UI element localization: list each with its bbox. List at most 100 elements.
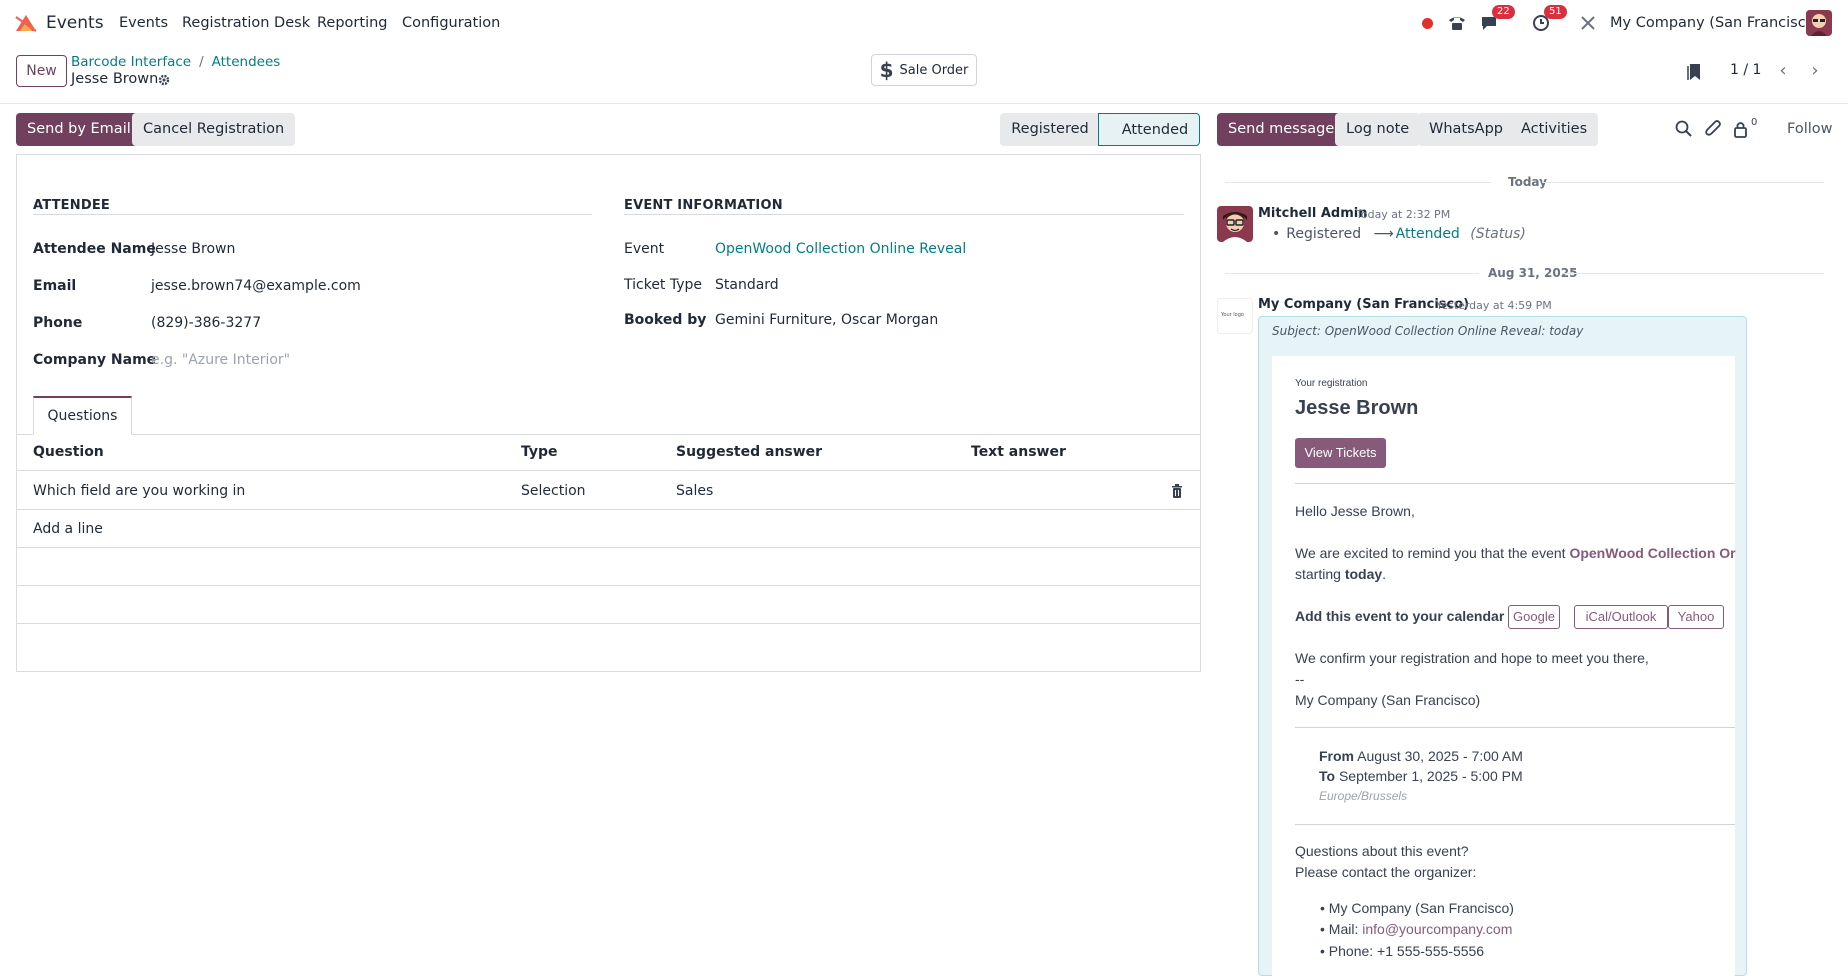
to-value: September 1, 2025 - 5:00 PM	[1338, 768, 1523, 784]
add-line-link[interactable]: Add a line	[33, 521, 103, 537]
attendee-name-field[interactable]: Jesse Brown	[151, 241, 235, 257]
followers-lock-icon[interactable]	[1732, 119, 1752, 139]
reminder-event-name[interactable]: OpenWood Collection Or	[1569, 545, 1735, 561]
contact-mail-item: • Mail: info@yourcompany.com	[1320, 921, 1513, 937]
send-by-email-button[interactable]: Send by Email	[16, 113, 142, 146]
booked-by-label: Booked by	[624, 312, 707, 328]
tracking-field-name: (Status)	[1470, 226, 1526, 242]
event-link[interactable]: OpenWood Collection Online Reveal	[715, 241, 966, 257]
trash-icon[interactable]	[1171, 484, 1183, 498]
tracking-new-value: Attended	[1395, 226, 1460, 242]
event-section-divider	[624, 214, 1184, 215]
email-attendee-name: Jesse Brown	[1295, 397, 1419, 419]
row-type[interactable]: Selection	[521, 483, 586, 499]
stage-attended[interactable]: Attended	[1098, 113, 1200, 146]
user-avatar[interactable]	[1806, 10, 1832, 36]
row-divider	[17, 585, 1200, 586]
questions-text: Questions about this event?	[1295, 843, 1469, 859]
contact-mail-link[interactable]: info@yourcompany.com	[1362, 921, 1512, 937]
company-switcher[interactable]: My Company (San Francisco)	[1610, 15, 1820, 31]
breadcrumb-separator: /	[199, 54, 204, 70]
menu-events[interactable]: Events	[119, 15, 168, 31]
from-label: From	[1319, 748, 1354, 764]
column-type[interactable]: Type	[521, 444, 558, 460]
pager-value[interactable]: 1 / 1	[1730, 62, 1761, 78]
message-author[interactable]: Mitchell Admin	[1258, 206, 1367, 221]
email-field[interactable]: jesse.brown74@example.com	[151, 278, 361, 294]
bookmark-icon[interactable]	[1687, 63, 1701, 81]
activities-clock-icon[interactable]: 51	[1530, 5, 1567, 36]
menu-registration-desk[interactable]: Registration Desk	[182, 15, 310, 31]
row-question[interactable]: Which field are you working in	[33, 483, 245, 499]
dollar-icon: $	[879, 58, 894, 82]
recording-indicator-icon[interactable]	[1418, 10, 1436, 36]
pager-next-icon[interactable]: ›	[1803, 60, 1827, 84]
tracking-old-value: Registered	[1286, 226, 1362, 242]
followers-count: 0	[1751, 117, 1758, 128]
record-title: Jesse Brown	[71, 71, 159, 87]
calendar-ical-outlook-button[interactable]: iCal/Outlook	[1574, 605, 1668, 629]
gear-icon[interactable]	[158, 74, 170, 86]
email-greeting: Hello Jesse Brown,	[1295, 503, 1415, 519]
event-section-title: EVENT INFORMATION	[624, 198, 783, 213]
row-suggested-answer[interactable]: Sales	[676, 483, 713, 499]
search-icon[interactable]	[1674, 119, 1694, 139]
sale-order-smart-button[interactable]: $ Sale Order	[871, 54, 977, 86]
form-sheet	[16, 154, 1201, 672]
column-text-answer[interactable]: Text answer	[971, 444, 1066, 460]
calendar-yahoo-button[interactable]: Yahoo	[1668, 605, 1724, 629]
tools-icon[interactable]	[1578, 10, 1598, 36]
attendee-section-title: ATTENDEE	[33, 198, 110, 213]
calendar-google-button[interactable]: Google	[1508, 605, 1560, 629]
menu-reporting[interactable]: Reporting	[317, 15, 388, 31]
email-divider	[1295, 824, 1735, 825]
email-divider	[1295, 483, 1735, 484]
menu-configuration[interactable]: Configuration	[402, 15, 500, 31]
booked-by-field[interactable]: Gemini Furniture, Oscar Morgan	[715, 312, 938, 328]
phone-icon[interactable]	[1446, 10, 1468, 36]
follow-button[interactable]: Follow	[1787, 121, 1832, 137]
send-message-button[interactable]: Send message	[1217, 113, 1346, 146]
events-app-logo-icon[interactable]	[14, 13, 38, 33]
messages-icon[interactable]: 22	[1478, 5, 1515, 36]
company-name-field[interactable]: e.g. "Azure Interior"	[151, 352, 290, 368]
contact-company: My Company (San Francisco)	[1328, 900, 1514, 916]
pager-previous-icon[interactable]: ‹	[1771, 60, 1795, 84]
phone-field[interactable]: (829)-386-3277	[151, 315, 261, 331]
your-logo-text: Your logo	[1221, 312, 1244, 318]
starting-period: .	[1382, 566, 1387, 582]
contact-company-item: • My Company (San Francisco)	[1320, 900, 1514, 916]
attendee-name-label: Attendee Name	[33, 241, 156, 257]
date-separator-line	[1542, 182, 1824, 183]
cancel-registration-button[interactable]: Cancel Registration	[132, 113, 296, 146]
email-divider	[1295, 727, 1735, 728]
column-question[interactable]: Question	[33, 444, 104, 460]
your-registration-label: Your registration	[1295, 378, 1368, 389]
breadcrumb-attendees[interactable]: Attendees	[212, 54, 281, 70]
company-logo-avatar[interactable]: Your logo	[1217, 298, 1253, 334]
app-name[interactable]: Events	[46, 13, 104, 33]
email-signature-company: My Company (San Francisco)	[1295, 692, 1481, 708]
tab-questions[interactable]: Questions	[33, 396, 132, 435]
log-note-button[interactable]: Log note	[1335, 113, 1421, 146]
email-label: Email	[33, 278, 77, 294]
activities-badge: 51	[1544, 5, 1567, 19]
paperclip-icon[interactable]	[1704, 119, 1724, 139]
row-divider	[17, 509, 1200, 510]
starting-prefix: starting	[1295, 566, 1345, 582]
arrow-right-icon: ⟶	[1373, 226, 1394, 242]
breadcrumb-barcode-interface[interactable]: Barcode Interface	[71, 54, 191, 70]
whatsapp-button[interactable]: WhatsApp	[1418, 113, 1514, 146]
date-separator-line	[1562, 273, 1824, 274]
mitchell-admin-avatar[interactable]	[1217, 206, 1253, 242]
activities-button[interactable]: Activities	[1510, 113, 1599, 146]
email-subject: Subject: OpenWood Collection Online Reve…	[1272, 324, 1584, 338]
view-tickets-button[interactable]: View Tickets	[1295, 438, 1386, 468]
contact-phone: Phone: +1 555-555-5556	[1328, 943, 1485, 959]
event-to-date: To September 1, 2025 - 5:00 PM	[1319, 768, 1523, 784]
new-button[interactable]: New	[16, 55, 67, 87]
column-suggested-answer[interactable]: Suggested answer	[676, 444, 822, 460]
starting-today: today	[1344, 566, 1383, 582]
ticket-type-field[interactable]: Standard	[715, 277, 779, 293]
stage-registered[interactable]: Registered	[1000, 113, 1100, 146]
